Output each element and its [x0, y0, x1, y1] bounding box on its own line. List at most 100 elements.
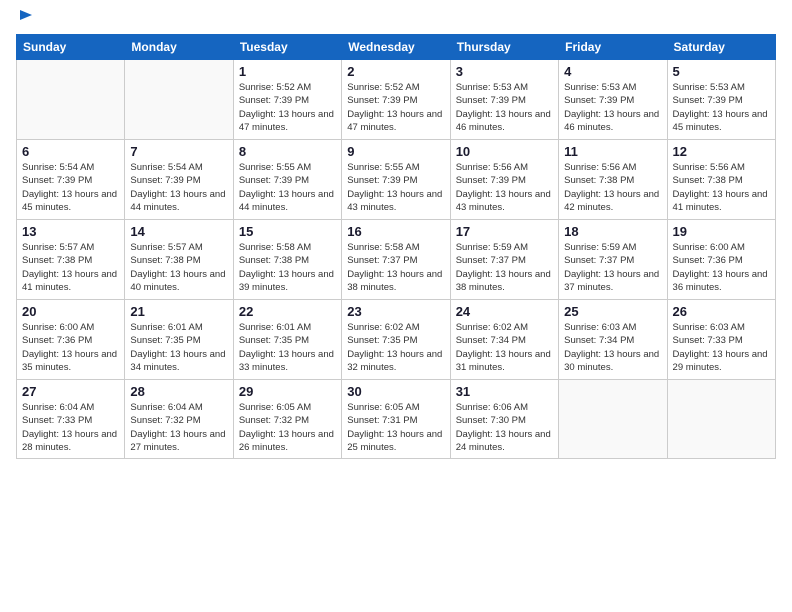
day-detail: Sunrise: 6:02 AMSunset: 7:35 PMDaylight:…	[347, 321, 444, 374]
day-detail: Sunrise: 6:00 AMSunset: 7:36 PMDaylight:…	[22, 321, 119, 374]
header	[16, 16, 776, 24]
day-number: 25	[564, 304, 661, 319]
day-number: 23	[347, 304, 444, 319]
day-number: 18	[564, 224, 661, 239]
calendar-cell: 30Sunrise: 6:05 AMSunset: 7:31 PMDayligh…	[342, 380, 450, 459]
logo-text	[16, 16, 32, 24]
day-number: 20	[22, 304, 119, 319]
day-number: 13	[22, 224, 119, 239]
day-detail: Sunrise: 6:05 AMSunset: 7:32 PMDaylight:…	[239, 401, 336, 454]
calendar-cell: 24Sunrise: 6:02 AMSunset: 7:34 PMDayligh…	[450, 300, 558, 380]
day-detail: Sunrise: 6:03 AMSunset: 7:34 PMDaylight:…	[564, 321, 661, 374]
calendar-cell: 7 Sunrise: 5:54 AMSunset: 7:39 PMDaylight…	[125, 140, 233, 220]
calendar-cell: 3Sunrise: 5:53 AMSunset: 7:39 PMDaylight…	[450, 60, 558, 140]
weekday-header-sunday: Sunday	[17, 35, 125, 60]
calendar-cell: 21 Sunrise: 6:01 AMSunset: 7:35 PMDayligh…	[125, 300, 233, 380]
day-detail: Sunrise: 6:02 AMSunset: 7:34 PMDaylight:…	[456, 321, 553, 374]
day-detail: Sunrise: 5:56 AMSunset: 7:38 PMDaylight:…	[673, 161, 770, 214]
day-detail: Sunrise: 5:52 AMSunset: 7:39 PMDaylight:…	[347, 81, 444, 134]
calendar-cell: 2Sunrise: 5:52 AMSunset: 7:39 PMDaylight…	[342, 60, 450, 140]
day-number: 14	[130, 224, 227, 239]
logo	[16, 16, 32, 24]
calendar-body: 1 Sunrise: 5:52 AMSunset: 7:39 PMDaylight…	[17, 60, 776, 459]
day-number: 1	[239, 64, 336, 79]
day-number: 3	[456, 64, 553, 79]
calendar-cell: 31 Sunrise: 6:06 AMSunset: 7:30 PMDayligh…	[450, 380, 558, 459]
calendar-cell: 28Sunrise: 6:04 AMSunset: 7:32 PMDayligh…	[125, 380, 233, 459]
calendar-cell: 1 Sunrise: 5:52 AMSunset: 7:39 PMDaylight…	[233, 60, 341, 140]
day-detail: Sunrise: 5:53 AMSunset: 7:39 PMDaylight:…	[673, 81, 770, 134]
calendar-cell: 23 Sunrise: 6:02 AMSunset: 7:35 PMDayligh…	[342, 300, 450, 380]
day-number: 31	[456, 384, 553, 399]
day-detail: Sunrise: 5:54 AMSunset: 7:39 PMDaylight:…	[130, 161, 227, 214]
day-number: 9	[347, 144, 444, 159]
day-detail: Sunrise: 5:52 AMSunset: 7:39 PMDaylight:…	[239, 81, 336, 134]
day-detail: Sunrise: 5:56 AMSunset: 7:39 PMDaylight:…	[456, 161, 553, 214]
day-number: 11	[564, 144, 661, 159]
day-number: 16	[347, 224, 444, 239]
day-detail: Sunrise: 6:06 AMSunset: 7:30 PMDaylight:…	[456, 401, 553, 454]
calendar-cell: 29 Sunrise: 6:05 AMSunset: 7:32 PMDayligh…	[233, 380, 341, 459]
calendar-week-4: 20 Sunrise: 6:00 AMSunset: 7:36 PMDayligh…	[17, 300, 776, 380]
day-number: 7	[130, 144, 227, 159]
day-detail: Sunrise: 6:04 AMSunset: 7:33 PMDaylight:…	[22, 401, 119, 454]
weekday-header-tuesday: Tuesday	[233, 35, 341, 60]
day-detail: Sunrise: 5:58 AMSunset: 7:37 PMDaylight:…	[347, 241, 444, 294]
calendar-cell: 10 Sunrise: 5:56 AMSunset: 7:39 PMDayligh…	[450, 140, 558, 220]
calendar-cell: 25 Sunrise: 6:03 AMSunset: 7:34 PMDayligh…	[559, 300, 667, 380]
calendar-week-5: 27 Sunrise: 6:04 AMSunset: 7:33 PMDayligh…	[17, 380, 776, 459]
day-number: 5	[673, 64, 770, 79]
calendar-cell: 9Sunrise: 5:55 AMSunset: 7:39 PMDaylight…	[342, 140, 450, 220]
day-number: 27	[22, 384, 119, 399]
calendar-cell	[17, 60, 125, 140]
calendar-cell	[559, 380, 667, 459]
day-number: 10	[456, 144, 553, 159]
day-detail: Sunrise: 5:55 AMSunset: 7:39 PMDaylight:…	[239, 161, 336, 214]
calendar-week-2: 6 Sunrise: 5:54 AMSunset: 7:39 PMDaylight…	[17, 140, 776, 220]
calendar-cell	[125, 60, 233, 140]
day-detail: Sunrise: 5:58 AMSunset: 7:38 PMDaylight:…	[239, 241, 336, 294]
calendar-cell: 8 Sunrise: 5:55 AMSunset: 7:39 PMDaylight…	[233, 140, 341, 220]
weekday-header-friday: Friday	[559, 35, 667, 60]
page: SundayMondayTuesdayWednesdayThursdayFrid…	[0, 0, 792, 612]
day-detail: Sunrise: 6:01 AMSunset: 7:35 PMDaylight:…	[239, 321, 336, 374]
weekday-header-row: SundayMondayTuesdayWednesdayThursdayFrid…	[17, 35, 776, 60]
calendar-cell: 27 Sunrise: 6:04 AMSunset: 7:33 PMDayligh…	[17, 380, 125, 459]
calendar-header: SundayMondayTuesdayWednesdayThursdayFrid…	[17, 35, 776, 60]
calendar-week-1: 1 Sunrise: 5:52 AMSunset: 7:39 PMDaylight…	[17, 60, 776, 140]
calendar-cell: 22 Sunrise: 6:01 AMSunset: 7:35 PMDayligh…	[233, 300, 341, 380]
weekday-header-saturday: Saturday	[667, 35, 775, 60]
day-detail: Sunrise: 5:59 AMSunset: 7:37 PMDaylight:…	[456, 241, 553, 294]
day-detail: Sunrise: 5:56 AMSunset: 7:38 PMDaylight:…	[564, 161, 661, 214]
weekday-header-thursday: Thursday	[450, 35, 558, 60]
day-number: 8	[239, 144, 336, 159]
day-number: 21	[130, 304, 227, 319]
calendar-cell: 18 Sunrise: 5:59 AMSunset: 7:37 PMDayligh…	[559, 220, 667, 300]
day-detail: Sunrise: 5:57 AMSunset: 7:38 PMDaylight:…	[130, 241, 227, 294]
day-number: 22	[239, 304, 336, 319]
calendar-cell	[667, 380, 775, 459]
calendar-cell: 5 Sunrise: 5:53 AMSunset: 7:39 PMDaylight…	[667, 60, 775, 140]
day-detail: Sunrise: 5:53 AMSunset: 7:39 PMDaylight:…	[564, 81, 661, 134]
calendar-table: SundayMondayTuesdayWednesdayThursdayFrid…	[16, 34, 776, 459]
day-number: 30	[347, 384, 444, 399]
day-detail: Sunrise: 5:59 AMSunset: 7:37 PMDaylight:…	[564, 241, 661, 294]
calendar-cell: 26 Sunrise: 6:03 AMSunset: 7:33 PMDayligh…	[667, 300, 775, 380]
day-number: 6	[22, 144, 119, 159]
day-number: 12	[673, 144, 770, 159]
calendar-cell: 13Sunrise: 5:57 AMSunset: 7:38 PMDayligh…	[17, 220, 125, 300]
calendar-cell: 17Sunrise: 5:59 AMSunset: 7:37 PMDayligh…	[450, 220, 558, 300]
calendar-cell: 14 Sunrise: 5:57 AMSunset: 7:38 PMDayligh…	[125, 220, 233, 300]
day-detail: Sunrise: 6:01 AMSunset: 7:35 PMDaylight:…	[130, 321, 227, 374]
day-detail: Sunrise: 5:54 AMSunset: 7:39 PMDaylight:…	[22, 161, 119, 214]
day-detail: Sunrise: 6:03 AMSunset: 7:33 PMDaylight:…	[673, 321, 770, 374]
day-number: 26	[673, 304, 770, 319]
day-number: 29	[239, 384, 336, 399]
day-number: 4	[564, 64, 661, 79]
calendar-cell: 6 Sunrise: 5:54 AMSunset: 7:39 PMDaylight…	[17, 140, 125, 220]
weekday-header-monday: Monday	[125, 35, 233, 60]
calendar-week-3: 13 Sunrise: 5:57 AMSunset: 7:38 PMDayligh…	[17, 220, 776, 300]
day-detail: Sunrise: 6:00 AMSunset: 7:36 PMDaylight:…	[673, 241, 770, 294]
calendar-cell: 4 Sunrise: 5:53 AMSunset: 7:39 PMDaylight…	[559, 60, 667, 140]
day-number: 28	[130, 384, 227, 399]
